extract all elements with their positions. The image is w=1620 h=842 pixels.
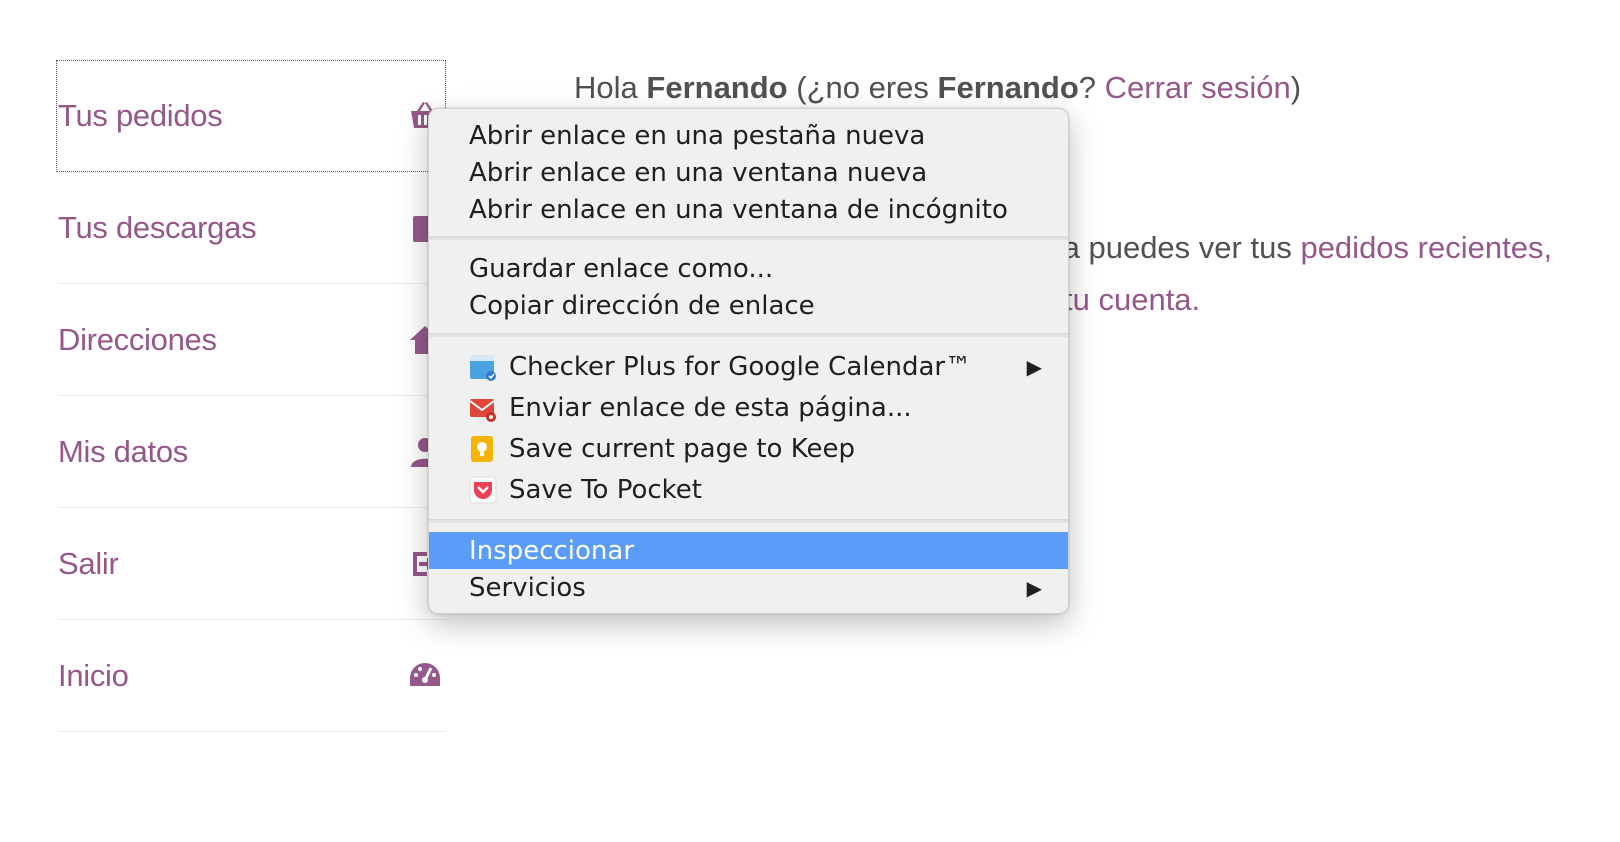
greeting-text: ) <box>1290 70 1302 105</box>
submenu-arrow-icon: ▶ <box>1026 354 1042 379</box>
user-name: Fernando <box>937 70 1079 105</box>
submenu-arrow-icon: ▶ <box>1026 575 1042 600</box>
context-menu: Abrir enlace en una pestaña nueva Abrir … <box>428 108 1069 614</box>
menu-item-copy-link-address[interactable]: Copiar dirección de enlace <box>429 287 1068 324</box>
menu-item-save-to-keep[interactable]: Save current page to Keep <box>429 430 1068 467</box>
menu-separator <box>429 519 1068 523</box>
menu-item-open-incognito[interactable]: Abrir enlace en una ventana de incógnito <box>429 191 1068 228</box>
gmail-icon <box>469 394 497 422</box>
menu-item-label: Checker Plus for Google Calendar™ <box>509 351 972 382</box>
menu-item-send-link[interactable]: Enviar enlace de esta página... <box>429 389 1068 426</box>
nav-item-logout[interactable]: Salir <box>58 508 446 620</box>
nav-item-label: Salir <box>58 545 119 581</box>
pocket-icon <box>469 476 497 504</box>
greeting-text: ? <box>1078 70 1097 105</box>
nav-item-addresses[interactable]: Direcciones <box>58 284 446 396</box>
calendar-icon <box>469 353 497 381</box>
menu-item-open-new-window[interactable]: Abrir enlace en una ventana nueva <box>429 154 1068 191</box>
nav-item-downloads[interactable]: Tus descargas <box>58 172 446 284</box>
user-name: Fernando <box>646 70 788 105</box>
menu-item-label: Save To Pocket <box>509 474 702 505</box>
nav-item-account-details[interactable]: Mis datos <box>58 396 446 508</box>
menu-item-checker-plus[interactable]: Checker Plus for Google Calendar™ ▶ <box>429 348 1068 385</box>
intro-text: ta puedes ver tus <box>1054 230 1292 265</box>
nav-item-orders[interactable]: Tus pedidos <box>56 60 446 172</box>
nav-item-label: Mis datos <box>58 433 188 469</box>
nav-item-label: Tus descargas <box>58 209 257 245</box>
menu-item-save-link-as[interactable]: Guardar enlace como... <box>429 250 1068 287</box>
account-content: Hola Fernando (¿no eres Fernando? Cerrar… <box>574 62 1552 317</box>
greeting: Hola Fernando (¿no eres Fernando? Cerrar… <box>574 62 1301 114</box>
menu-separator <box>429 333 1068 337</box>
recent-orders-link[interactable]: pedidos recientes, <box>1300 230 1552 265</box>
menu-item-label: Save current page to Keep <box>509 433 855 464</box>
dashboard-icon <box>406 657 444 695</box>
nav-item-label: Direcciones <box>58 321 217 357</box>
menu-item-services[interactable]: Servicios ▶ <box>429 569 1068 606</box>
menu-item-label: Servicios <box>469 572 586 603</box>
nav-item-label: Tus pedidos <box>58 98 223 133</box>
nav-item-dashboard[interactable]: Inicio <box>58 620 446 732</box>
account-navigation: Tus pedidos Tus descargas Direcciones Mi… <box>56 60 446 732</box>
menu-item-save-to-pocket[interactable]: Save To Pocket <box>429 471 1068 508</box>
menu-item-label: Enviar enlace de esta página... <box>509 392 912 423</box>
account-details-link[interactable]: tu cuenta. <box>1064 282 1200 317</box>
keep-icon <box>469 435 497 463</box>
menu-item-inspect[interactable]: Inspeccionar <box>429 532 1068 569</box>
greeting-text: Hola <box>574 70 638 105</box>
nav-item-label: Inicio <box>58 657 129 693</box>
menu-separator <box>429 236 1068 240</box>
logout-link[interactable]: Cerrar sesión <box>1105 70 1291 105</box>
greeting-text: (¿no eres <box>796 70 929 105</box>
dashboard-intro-line: tu cuenta. <box>1064 274 1200 326</box>
dashboard-intro-line: ta puedes ver tus pedidos recientes, <box>1054 222 1552 274</box>
menu-item-open-new-tab[interactable]: Abrir enlace en una pestaña nueva <box>429 117 1068 154</box>
